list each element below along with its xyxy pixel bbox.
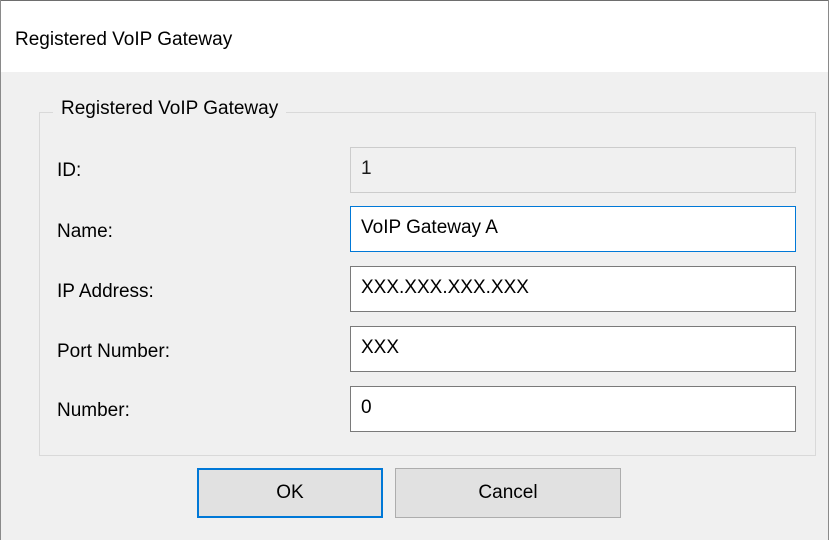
- name-label: Name:: [57, 221, 113, 242]
- name-input[interactable]: VoIP Gateway A: [350, 206, 796, 252]
- ip-address-label: IP Address:: [57, 281, 154, 302]
- port-number-label: Port Number:: [57, 341, 170, 362]
- groupbox-legend: Registered VoIP Gateway: [53, 98, 287, 120]
- id-label: ID:: [57, 160, 82, 181]
- number-input[interactable]: 0: [350, 386, 796, 432]
- cancel-button[interactable]: Cancel: [395, 468, 621, 518]
- title-bar[interactable]: Registered VoIP Gateway: [1, 0, 828, 72]
- id-field: 1: [350, 147, 796, 193]
- port-number-input[interactable]: XXX: [350, 326, 796, 372]
- number-label: Number:: [57, 400, 130, 421]
- ip-address-input[interactable]: XXX.XXX.XXX.XXX: [350, 266, 796, 312]
- ok-button[interactable]: OK: [197, 468, 383, 518]
- dialog-window: Registered VoIP Gateway Registered VoIP …: [0, 0, 829, 540]
- window-title: Registered VoIP Gateway: [15, 29, 233, 50]
